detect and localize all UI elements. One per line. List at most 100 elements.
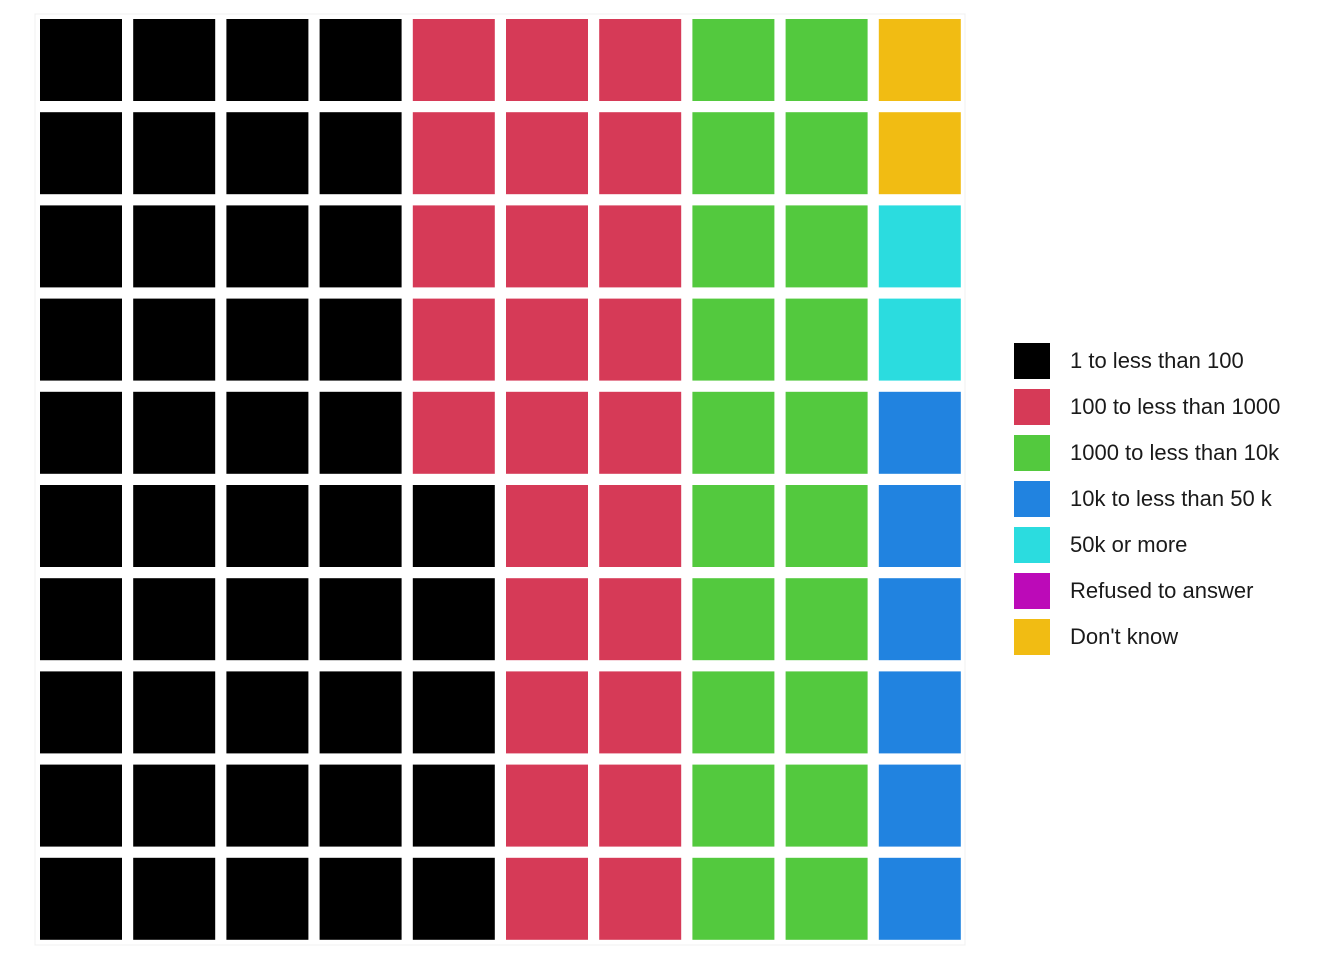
waffle-cell-r7-c6 xyxy=(506,578,588,661)
waffle-cell-r9-c3 xyxy=(226,764,309,847)
legend-item-7: Don't know xyxy=(1014,619,1280,655)
waffle-cell-r3-c3 xyxy=(226,205,309,288)
waffle-cell-r6-c7 xyxy=(599,485,682,567)
waffle-cell-r6-c9 xyxy=(785,485,868,567)
waffle-cell-r3-c2 xyxy=(133,205,216,288)
waffle-cell-r2-c8 xyxy=(692,112,775,195)
waffle-cell-r5-c8 xyxy=(692,391,775,474)
waffle-cell-r7-c8 xyxy=(692,578,775,661)
waffle-cell-r9-c1 xyxy=(40,764,122,847)
waffle-cell-r7-c9 xyxy=(785,578,868,661)
waffle-cell-r3-c7 xyxy=(599,205,682,288)
legend-label-6: Refused to answer xyxy=(1070,578,1254,603)
waffle-cell-r4-c4 xyxy=(319,298,402,381)
waffle-cell-r1-c5 xyxy=(412,19,495,101)
legend-label-2: 100 to less than 1000 xyxy=(1070,394,1281,419)
waffle-cell-r8-c1 xyxy=(40,671,122,754)
legend-item-1: 1 to less than 100 xyxy=(1014,343,1280,379)
waffle-cell-r2-c2 xyxy=(133,112,216,195)
legend-label-4: 10k to less than 50 k xyxy=(1070,486,1272,511)
waffle-cell-r3-c4 xyxy=(319,205,402,288)
waffle-cell-r9-c4 xyxy=(319,764,402,847)
legend-item-3: 1000 to less than 10k xyxy=(1014,435,1280,471)
waffle-cell-r7-c4 xyxy=(319,578,402,661)
waffle-cell-r7-c7 xyxy=(599,578,682,661)
waffle-cell-r3-c5 xyxy=(412,205,495,288)
waffle-cell-r5-c1 xyxy=(40,391,122,474)
waffle-cell-r1-c7 xyxy=(599,19,682,101)
waffle-cell-r2-c6 xyxy=(506,112,588,195)
waffle-cell-r6-c4 xyxy=(319,485,402,567)
legend-label-5: 50k or more xyxy=(1070,532,1188,557)
waffle-cell-r10-c3 xyxy=(226,857,309,940)
waffle-cell-r7-c5 xyxy=(412,578,495,661)
waffle-cell-r2-c9 xyxy=(785,112,868,195)
waffle-cell-r10-c2 xyxy=(133,857,216,940)
waffle-cell-r6-c2 xyxy=(133,485,216,567)
waffle-cell-r1-c2 xyxy=(133,19,216,101)
waffle-cell-r10-c10 xyxy=(878,857,961,940)
waffle-cell-r9-c9 xyxy=(785,764,868,847)
waffle-cell-r10-c7 xyxy=(599,857,682,940)
legend-swatch-1 xyxy=(1014,343,1050,379)
waffle-cell-r10-c8 xyxy=(692,857,775,940)
waffle-cell-r8-c4 xyxy=(319,671,402,754)
waffle-cell-r4-c7 xyxy=(599,298,682,381)
waffle-cell-r3-c6 xyxy=(506,205,588,288)
waffle-cell-r5-c6 xyxy=(506,391,588,474)
waffle-cell-r8-c5 xyxy=(412,671,495,754)
waffle-cell-r9-c2 xyxy=(133,764,216,847)
legend-label-1: 1 to less than 100 xyxy=(1070,348,1244,373)
legend-label-3: 1000 to less than 10k xyxy=(1070,440,1280,465)
waffle-cell-r2-c1 xyxy=(40,112,122,195)
waffle-cell-r6-c1 xyxy=(40,485,122,567)
waffle-cell-r5-c4 xyxy=(319,391,402,474)
waffle-cell-r3-c1 xyxy=(40,205,122,288)
waffle-cell-r7-c3 xyxy=(226,578,309,661)
waffle-cell-r6-c5 xyxy=(412,485,495,567)
waffle-cell-r8-c10 xyxy=(878,671,961,754)
legend: 1 to less than 100 100 to less than 1000… xyxy=(1014,343,1281,666)
waffle-cell-r9-c6 xyxy=(506,764,588,847)
legend-item-4: 10k to less than 50 k xyxy=(1014,481,1280,517)
waffle-cell-r1-c10 xyxy=(878,19,961,101)
waffle-cell-r1-c1 xyxy=(40,19,122,101)
waffle-cell-r8-c6 xyxy=(506,671,588,754)
legend-label-7: Don't know xyxy=(1070,624,1179,649)
legend-swatch-2 xyxy=(1014,389,1050,425)
waffle-cell-r1-c3 xyxy=(226,19,309,101)
waffle-cell-r5-c9 xyxy=(785,391,868,474)
waffle-cell-r8-c7 xyxy=(599,671,682,754)
waffle-cell-r4-c1 xyxy=(40,298,122,381)
waffle-cell-r3-c10 xyxy=(878,205,961,288)
waffle-cell-r8-c9 xyxy=(785,671,868,754)
waffle-cell-r10-c9 xyxy=(785,857,868,940)
waffle-cell-r5-c3 xyxy=(226,391,309,474)
waffle-cell-r7-c1 xyxy=(40,578,122,661)
waffle-cell-r8-c8 xyxy=(692,671,775,754)
waffle-cell-r8-c2 xyxy=(133,671,216,754)
legend-swatch-4 xyxy=(1014,481,1050,517)
legend-item-6: Refused to answer xyxy=(1014,573,1280,609)
waffle-cell-r6-c10 xyxy=(878,485,961,567)
waffle-cell-r2-c3 xyxy=(226,112,309,195)
waffle-cell-r6-c3 xyxy=(226,485,309,567)
legend-swatch-7 xyxy=(1014,619,1050,655)
waffle-cell-r1-c9 xyxy=(785,19,868,101)
waffle-cell-r5-c10 xyxy=(878,391,961,474)
waffle-cell-r2-c7 xyxy=(599,112,682,195)
waffle-cell-r1-c8 xyxy=(692,19,775,101)
waffle-cell-r4-c5 xyxy=(412,298,495,381)
waffle-cell-r8-c3 xyxy=(226,671,309,754)
legend-swatch-5 xyxy=(1014,527,1050,563)
waffle-cell-r3-c8 xyxy=(692,205,775,288)
waffle-cell-r1-c4 xyxy=(319,19,402,101)
waffle-cell-r6-c6 xyxy=(506,485,588,567)
waffle-cell-r7-c2 xyxy=(133,578,216,661)
waffle-cell-r4-c10 xyxy=(878,298,961,381)
waffle-cell-r6-c8 xyxy=(692,485,775,567)
legend-swatch-3 xyxy=(1014,435,1050,471)
legend-item-2: 100 to less than 1000 xyxy=(1014,389,1281,425)
waffle-cell-r10-c5 xyxy=(412,857,495,940)
waffle-cell-r9-c5 xyxy=(412,764,495,847)
